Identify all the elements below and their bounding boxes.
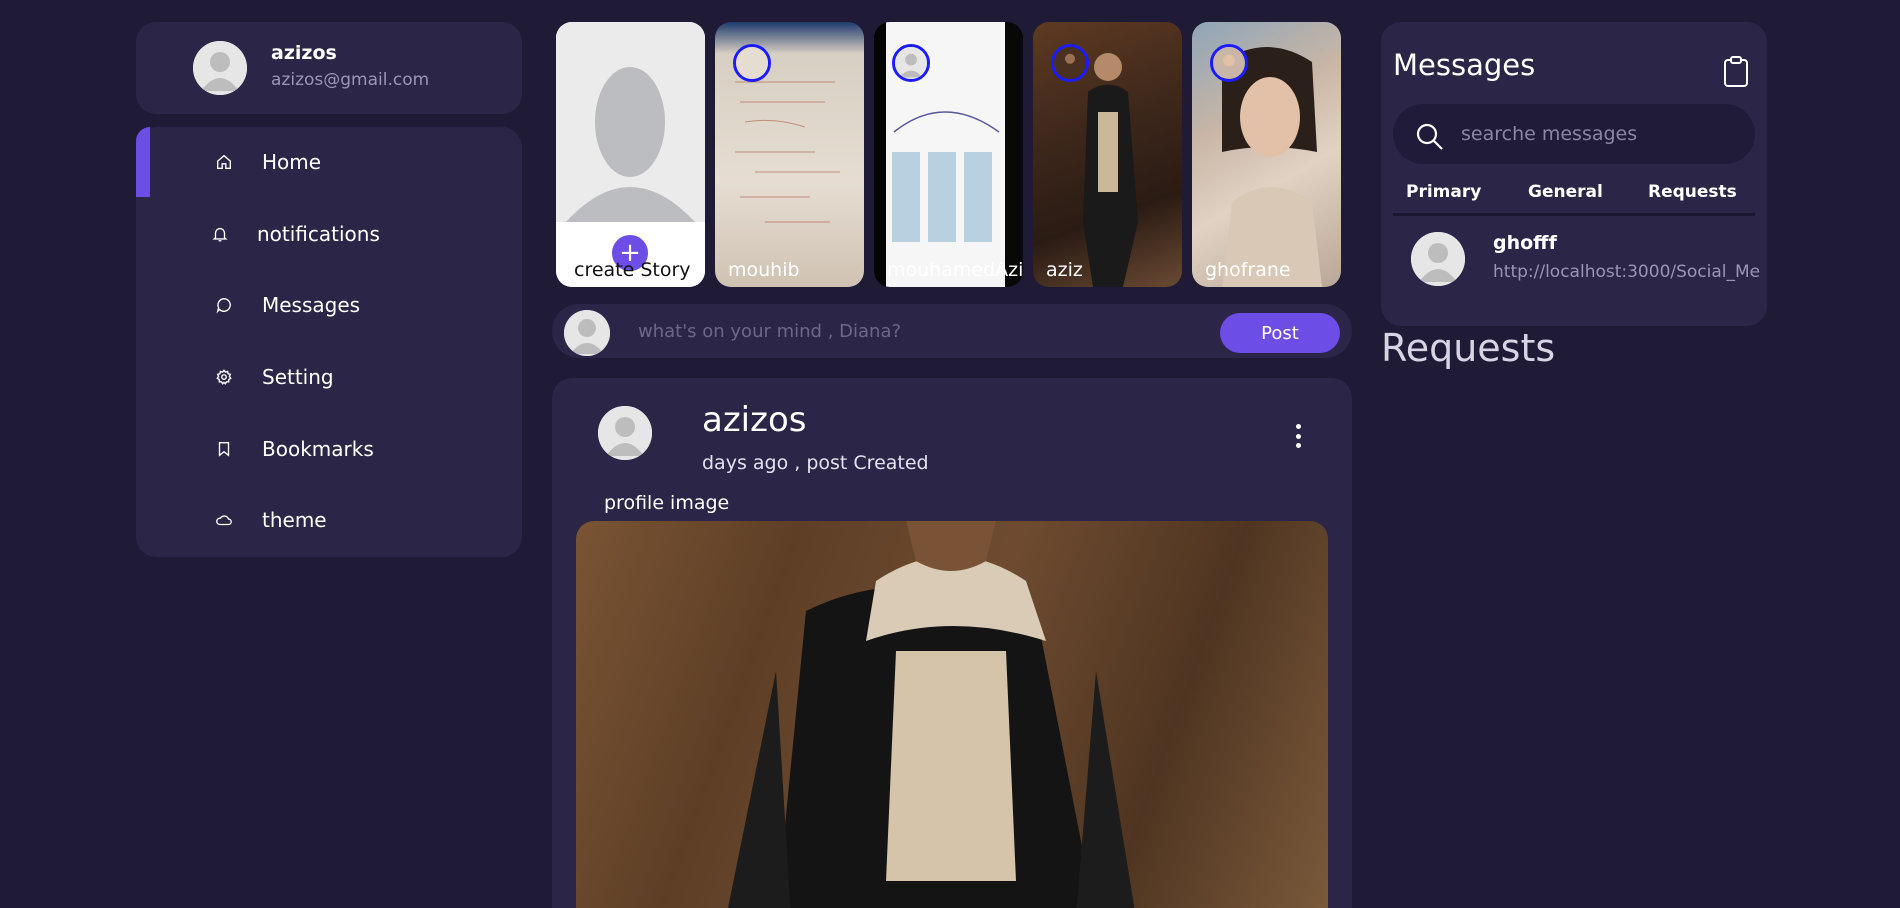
sidebar-item-setting[interactable]: Setting <box>136 347 522 407</box>
tab-requests[interactable]: Requests <box>1648 182 1737 202</box>
create-story-label: create Story <box>574 259 691 281</box>
story-name: mouhib <box>728 259 800 281</box>
sidebar-item-label: Home <box>262 150 322 174</box>
tab-divider <box>1393 213 1755 216</box>
story-name: aziz <box>1046 259 1083 281</box>
profile-card[interactable]: azizos azizos@gmail.com <box>136 22 522 114</box>
post-button[interactable]: Post <box>1220 313 1340 353</box>
bell-icon <box>210 224 230 244</box>
avatar[interactable] <box>598 406 652 460</box>
sidebar-item-home[interactable]: Home <box>136 132 522 192</box>
search-icon <box>1415 122 1445 152</box>
requests-heading: Requests <box>1381 326 1556 370</box>
story-card[interactable]: aziz <box>1033 22 1182 287</box>
message-preview: http://localhost:3000/Social_Me <box>1493 262 1761 282</box>
story-card[interactable]: mouhib <box>715 22 864 287</box>
sidebar-nav: Home notifications Messages Setting Book… <box>136 127 522 557</box>
post-image[interactable] <box>576 521 1328 908</box>
sidebar-item-bookmarks[interactable]: Bookmarks <box>136 419 522 479</box>
sidebar-item-notifications[interactable]: notifications <box>136 204 522 264</box>
sidebar-item-label: Messages <box>262 293 361 317</box>
message-item[interactable]: ghofff http://localhost:3000/Social_Me <box>1393 222 1767 290</box>
create-story-card[interactable]: + create Story <box>556 22 705 287</box>
post-input[interactable] <box>638 316 1158 346</box>
story-card[interactable]: ghofrane <box>1192 22 1341 287</box>
story-avatar <box>892 44 930 82</box>
post-composer: Post <box>552 304 1352 358</box>
cloud-icon <box>214 510 234 530</box>
tab-general[interactable]: General <box>1528 182 1603 202</box>
avatar <box>193 41 247 95</box>
messages-title: Messages <box>1393 48 1536 82</box>
search-input[interactable] <box>1461 120 1741 148</box>
feed-post: azizos days ago , post Created profile i… <box>552 378 1352 908</box>
story-name: ghofrane <box>1205 259 1291 281</box>
bookmark-icon <box>214 439 234 459</box>
sidebar-item-label: Setting <box>262 365 334 389</box>
story-card[interactable]: mouhamedAzi: <box>874 22 1023 287</box>
sidebar-item-label: notifications <box>257 222 380 246</box>
avatar <box>564 310 610 356</box>
sidebar-item-theme[interactable]: theme <box>136 490 522 550</box>
chat-bubble-icon <box>214 295 234 315</box>
message-search-bar[interactable] <box>1393 104 1755 164</box>
message-sender: ghofff <box>1493 232 1557 254</box>
avatar <box>1411 232 1465 286</box>
more-options-icon[interactable] <box>1290 424 1306 448</box>
tab-primary[interactable]: Primary <box>1406 182 1481 202</box>
sidebar-item-label: Bookmarks <box>262 437 374 461</box>
sidebar-item-label: theme <box>262 508 327 532</box>
story-avatar <box>1051 44 1089 82</box>
story-placeholder-image <box>556 22 705 222</box>
gear-icon <box>214 367 234 387</box>
story-name: mouhamedAzi: <box>887 259 1023 281</box>
story-avatar <box>733 44 771 82</box>
post-author[interactable]: azizos <box>702 400 807 440</box>
profile-email: azizos@gmail.com <box>271 70 430 90</box>
home-icon <box>214 152 234 172</box>
clipboard-icon[interactable] <box>1723 56 1749 88</box>
story-avatar <box>1210 44 1248 82</box>
post-timestamp: days ago , post Created <box>702 452 929 474</box>
post-caption: profile image <box>604 492 730 514</box>
messages-panel: Messages Primary General Requests ghofff… <box>1381 22 1767 326</box>
sidebar-item-messages[interactable]: Messages <box>136 275 522 335</box>
profile-name: azizos <box>271 42 337 64</box>
